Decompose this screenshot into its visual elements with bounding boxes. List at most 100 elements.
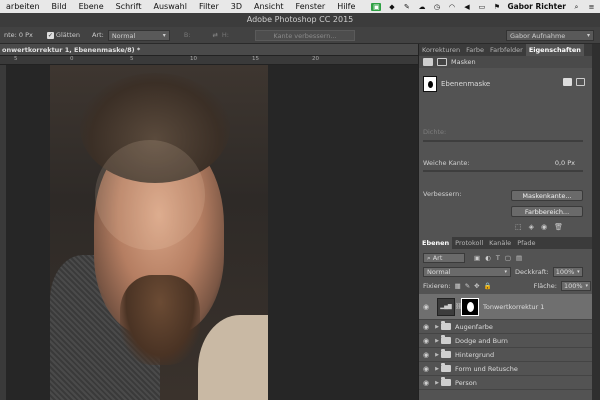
- eye-icon[interactable]: ◉: [419, 323, 433, 331]
- mask-icon[interactable]: [437, 58, 447, 66]
- lock-all-icon[interactable]: 🔒: [484, 282, 492, 290]
- expand-arrow-icon[interactable]: ▶: [433, 380, 441, 386]
- document-tab[interactable]: onwertkorrektur 1, Ebenenmaske/8) *: [0, 44, 418, 56]
- art-select[interactable]: Normal: [107, 29, 170, 41]
- eye-icon[interactable]: ◉: [419, 365, 433, 373]
- lock-transparent-icon[interactable]: ▦: [455, 282, 461, 290]
- search-icon[interactable]: ⌕: [572, 3, 581, 11]
- kante-verbessern-button[interactable]: Kante verbessern...: [255, 29, 355, 41]
- expand-arrow-icon[interactable]: ▶: [433, 352, 441, 358]
- tab-korrekturen[interactable]: Korrekturen: [419, 44, 463, 56]
- filter-kind-select[interactable]: ⌕ Art: [423, 252, 465, 263]
- tab-eigenschaften[interactable]: Eigenschaften: [525, 44, 584, 56]
- menu-ebene[interactable]: Ebene: [73, 2, 110, 11]
- adjustment-icon[interactable]: [423, 58, 433, 66]
- eye-icon[interactable]: ◉: [419, 303, 433, 311]
- trash-icon[interactable]: 🗑: [554, 223, 563, 231]
- farbbereich-button[interactable]: Farbbereich...: [511, 206, 583, 217]
- tab-kanaele[interactable]: Kanäle: [486, 237, 514, 249]
- cloud-icon[interactable]: ☁: [417, 3, 426, 11]
- evernote-icon[interactable]: ✎: [402, 3, 411, 11]
- dropbox-icon[interactable]: ◆: [387, 3, 396, 11]
- filter-shape-icon[interactable]: ▢: [505, 254, 511, 262]
- eye-icon[interactable]: ◉: [419, 379, 433, 387]
- levels-adjustment-icon[interactable]: ▂▅▇: [437, 297, 455, 316]
- layer-name[interactable]: Dodge and Burn: [455, 337, 508, 345]
- panel-scrollbar[interactable]: [592, 44, 600, 400]
- tab-ebenen[interactable]: Ebenen: [419, 237, 453, 249]
- flaeche-input[interactable]: 100%: [561, 280, 591, 291]
- menu-fenster[interactable]: Fenster: [290, 2, 332, 11]
- filter-type-icon[interactable]: T: [496, 254, 500, 262]
- menu-bild[interactable]: Bild: [46, 2, 73, 11]
- menu-ansicht[interactable]: Ansicht: [248, 2, 290, 11]
- selection-icon[interactable]: ⬚: [515, 223, 522, 231]
- filter-adjustment-icon[interactable]: ◐: [485, 254, 491, 262]
- menu-arbeiten[interactable]: arbeiten: [0, 2, 46, 11]
- eye-icon[interactable]: ◉: [419, 351, 433, 359]
- fixieren-label: Fixieren:: [423, 281, 451, 290]
- menu-hilfe[interactable]: Hilfe: [331, 2, 361, 11]
- deckkraft-input[interactable]: 100%: [552, 266, 583, 277]
- tab-protokoll[interactable]: Protokoll: [452, 237, 486, 249]
- pixel-mask-icon[interactable]: [563, 78, 572, 86]
- weiche-kante-slider[interactable]: [423, 170, 583, 172]
- mask-overlay: [95, 140, 205, 250]
- battery-icon[interactable]: ▭: [477, 3, 486, 11]
- document-canvas[interactable]: [6, 65, 418, 400]
- workspace-select[interactable]: Gabor Aufnahme: [506, 30, 594, 41]
- document-tab-title: onwertkorrektur 1, Ebenenmaske/8) *: [2, 46, 141, 54]
- blend-mode-select[interactable]: Normal: [423, 266, 511, 277]
- expand-arrow-icon[interactable]: ▶: [433, 338, 441, 344]
- lock-image-icon[interactable]: ✎: [465, 282, 470, 290]
- layer-row-tonwertkorrektur[interactable]: ◉ ▂▅▇ ⛓ Tonwertkorrektur 1: [419, 294, 593, 320]
- ruler-label: 5: [14, 56, 18, 62]
- eye-icon[interactable]: ◉: [419, 337, 433, 345]
- portrait-photo[interactable]: [50, 65, 268, 400]
- layer-row-dodge-and-burn[interactable]: ◉ ▶ Dodge and Burn: [419, 334, 593, 348]
- right-panel-dock: Korrekturen Farbe Farbfelder Eigenschaft…: [418, 44, 600, 400]
- filter-pixel-icon[interactable]: ▣: [474, 254, 480, 262]
- menu-schrift[interactable]: Schrift: [110, 2, 148, 11]
- ruler-label: 5: [130, 56, 134, 62]
- weiche-kante-value[interactable]: 0,0 Px: [555, 159, 575, 167]
- dichte-slider[interactable]: [423, 140, 583, 142]
- apply-mask-icon[interactable]: ◈: [529, 223, 534, 231]
- filter-smart-icon[interactable]: ▤: [516, 254, 522, 262]
- sound-icon[interactable]: ◀: [462, 3, 471, 11]
- visibility-icon[interactable]: ◉: [541, 223, 547, 231]
- layer-mask-thumbnail[interactable]: [461, 297, 479, 316]
- time-machine-icon[interactable]: ◷: [432, 3, 441, 11]
- layer-row-form-und-retusche[interactable]: ◉ ▶ Form und Retusche: [419, 362, 593, 376]
- expand-arrow-icon[interactable]: ▶: [433, 366, 441, 372]
- maskenkante-button[interactable]: Maskenkante...: [511, 190, 583, 201]
- layer-name[interactable]: Augenfarbe: [455, 323, 493, 331]
- menu-auswahl[interactable]: Auswahl: [147, 2, 192, 11]
- mask-name: Ebenenmaske: [441, 80, 491, 88]
- wifi-icon[interactable]: ◠: [447, 3, 456, 11]
- properties-header-label: Masken: [451, 58, 476, 66]
- photoshop-status-icon[interactable]: ▣: [371, 2, 382, 11]
- mask-thumbnail: [423, 76, 437, 92]
- layer-name[interactable]: Tonwertkorrektur 1: [483, 303, 544, 311]
- menu-3d[interactable]: 3D: [225, 2, 248, 11]
- tab-pfade[interactable]: Pfade: [514, 237, 538, 249]
- layer-row-augenfarbe[interactable]: ◉ ▶ Augenfarbe: [419, 320, 593, 334]
- tab-farbe[interactable]: Farbe: [463, 44, 487, 56]
- layer-row-hintergrund[interactable]: ◉ ▶ Hintergrund: [419, 348, 593, 362]
- glaetten-checkbox[interactable]: ✓: [46, 31, 54, 39]
- layer-row-person[interactable]: ◉ ▶ Person: [419, 376, 593, 390]
- flag-icon[interactable]: ⚑: [492, 3, 501, 11]
- expand-arrow-icon[interactable]: ▶: [433, 324, 441, 330]
- swap-icon[interactable]: ⇄: [212, 31, 217, 39]
- layer-name[interactable]: Hintergrund: [455, 351, 494, 359]
- vector-mask-icon[interactable]: [576, 78, 585, 86]
- glaetten-option[interactable]: ✓ Glätten: [46, 31, 80, 39]
- layer-name[interactable]: Person: [455, 379, 477, 387]
- user-name[interactable]: Gabor Richter: [507, 2, 566, 11]
- menu-list-icon[interactable]: ≡: [587, 3, 596, 11]
- tab-farbfelder[interactable]: Farbfelder: [487, 44, 526, 56]
- layer-name[interactable]: Form und Retusche: [455, 365, 518, 373]
- menu-filter[interactable]: Filter: [193, 2, 225, 11]
- lock-position-icon[interactable]: ✥: [474, 282, 479, 290]
